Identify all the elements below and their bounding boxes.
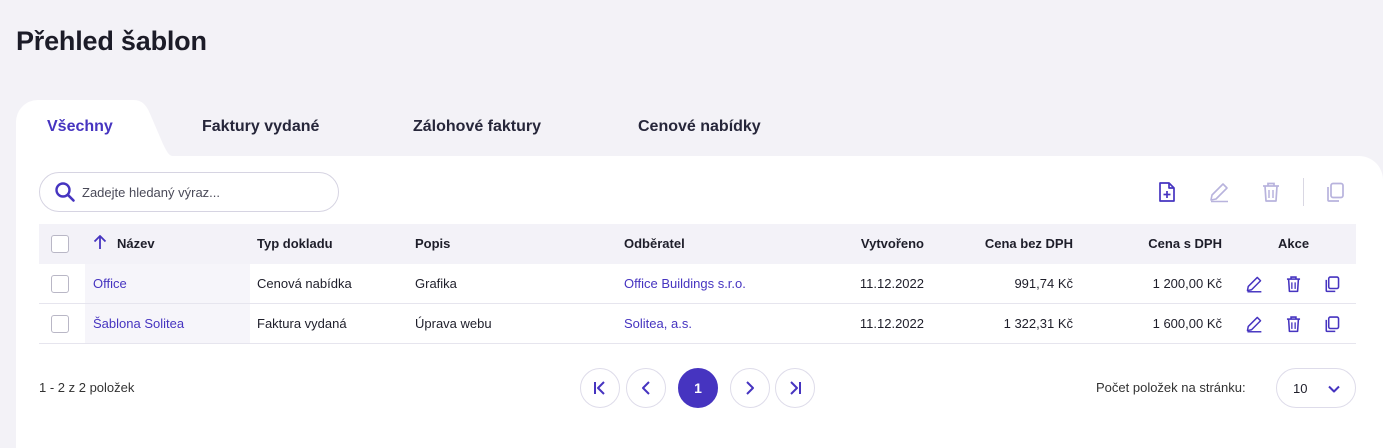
edit-icon[interactable]: [1207, 180, 1231, 204]
row-checkbox[interactable]: [51, 275, 69, 293]
table-row[interactable]: Šablona Solitea Faktura vydaná Úprava we…: [39, 304, 1356, 344]
tab-all[interactable]: Všechny: [47, 100, 113, 156]
description: Grafika: [415, 276, 457, 291]
template-name-link[interactable]: Šablona Solitea: [93, 304, 184, 344]
row-edit-icon[interactable]: [1244, 314, 1264, 334]
column-actions: Akce: [1278, 236, 1310, 251]
doc-type: Cenová nabídka: [257, 276, 352, 291]
tab-advance-invoices[interactable]: Zálohové faktury: [413, 100, 541, 156]
select-all-checkbox[interactable]: [51, 235, 69, 253]
copy-icon[interactable]: [1323, 180, 1347, 204]
search-input[interactable]: [82, 184, 322, 200]
page-1-button[interactable]: 1: [678, 368, 718, 408]
row-edit-icon[interactable]: [1244, 274, 1264, 294]
per-page-select[interactable]: 10: [1276, 368, 1356, 408]
column-created[interactable]: Vytvořeno: [799, 224, 924, 264]
previous-page-button[interactable]: [626, 368, 666, 408]
chevron-down-icon: [1328, 385, 1340, 393]
page-title: Přehled šablon: [16, 26, 207, 56]
column-price-net[interactable]: Cena bez DPH: [939, 224, 1073, 264]
chevron-right-icon: [746, 381, 754, 395]
add-document-icon[interactable]: [1155, 180, 1179, 204]
price-net: 1 322,31 Kč: [1003, 316, 1073, 331]
sort-ascending-icon[interactable]: [93, 234, 107, 250]
search-icon: [55, 182, 75, 202]
customer-link[interactable]: Office Buildings s.r.o.: [624, 264, 746, 304]
description: Úprava webu: [415, 316, 492, 331]
row-delete-icon[interactable]: [1283, 314, 1303, 334]
created-date: 11.12.2022: [859, 276, 924, 291]
last-page-button[interactable]: [775, 368, 815, 408]
table-header: Název Typ dokladu Popis Odběratel Vytvoř…: [39, 224, 1356, 264]
templates-table: Název Typ dokladu Popis Odběratel Vytvoř…: [39, 224, 1356, 344]
template-name-link[interactable]: Office: [93, 264, 127, 304]
last-page-icon: [790, 381, 801, 395]
created-date: 11.12.2022: [859, 316, 924, 331]
search-box: [39, 172, 339, 212]
row-copy-icon[interactable]: [1322, 274, 1342, 294]
column-customer[interactable]: Odběratel: [624, 224, 685, 264]
price-net: 991,74 Kč: [1014, 276, 1073, 291]
doc-type: Faktura vydaná: [257, 316, 347, 331]
customer-link[interactable]: Solitea, a.s.: [624, 304, 692, 344]
price-gross: 1 200,00 Kč: [1152, 276, 1222, 291]
next-page-button[interactable]: [730, 368, 770, 408]
chevron-left-icon: [642, 381, 650, 395]
tab-issued-invoices[interactable]: Faktury vydané: [202, 100, 319, 156]
first-page-icon: [594, 381, 605, 395]
column-description[interactable]: Popis: [415, 224, 450, 264]
price-gross: 1 600,00 Kč: [1152, 316, 1222, 331]
item-count: 1 - 2 z 2 položek: [39, 380, 135, 395]
row-checkbox[interactable]: [51, 315, 69, 333]
column-doc-type[interactable]: Typ dokladu: [257, 224, 333, 264]
column-name[interactable]: Název: [117, 224, 155, 264]
row-copy-icon[interactable]: [1322, 314, 1342, 334]
table-row[interactable]: Office Cenová nabídka Grafika Office Bui…: [39, 264, 1356, 304]
row-delete-icon[interactable]: [1283, 274, 1303, 294]
tab-price-offers[interactable]: Cenové nabídky: [638, 100, 761, 156]
per-page-value: 10: [1293, 380, 1308, 396]
toolbar-separator: [1303, 178, 1304, 206]
delete-icon[interactable]: [1259, 180, 1283, 204]
first-page-button[interactable]: [580, 368, 620, 408]
per-page-label: Počet položek na stránku:: [1096, 380, 1246, 395]
column-price-gross[interactable]: Cena s DPH: [1089, 224, 1222, 264]
tab-bar: Všechny Faktury vydané Zálohové faktury …: [16, 100, 916, 156]
